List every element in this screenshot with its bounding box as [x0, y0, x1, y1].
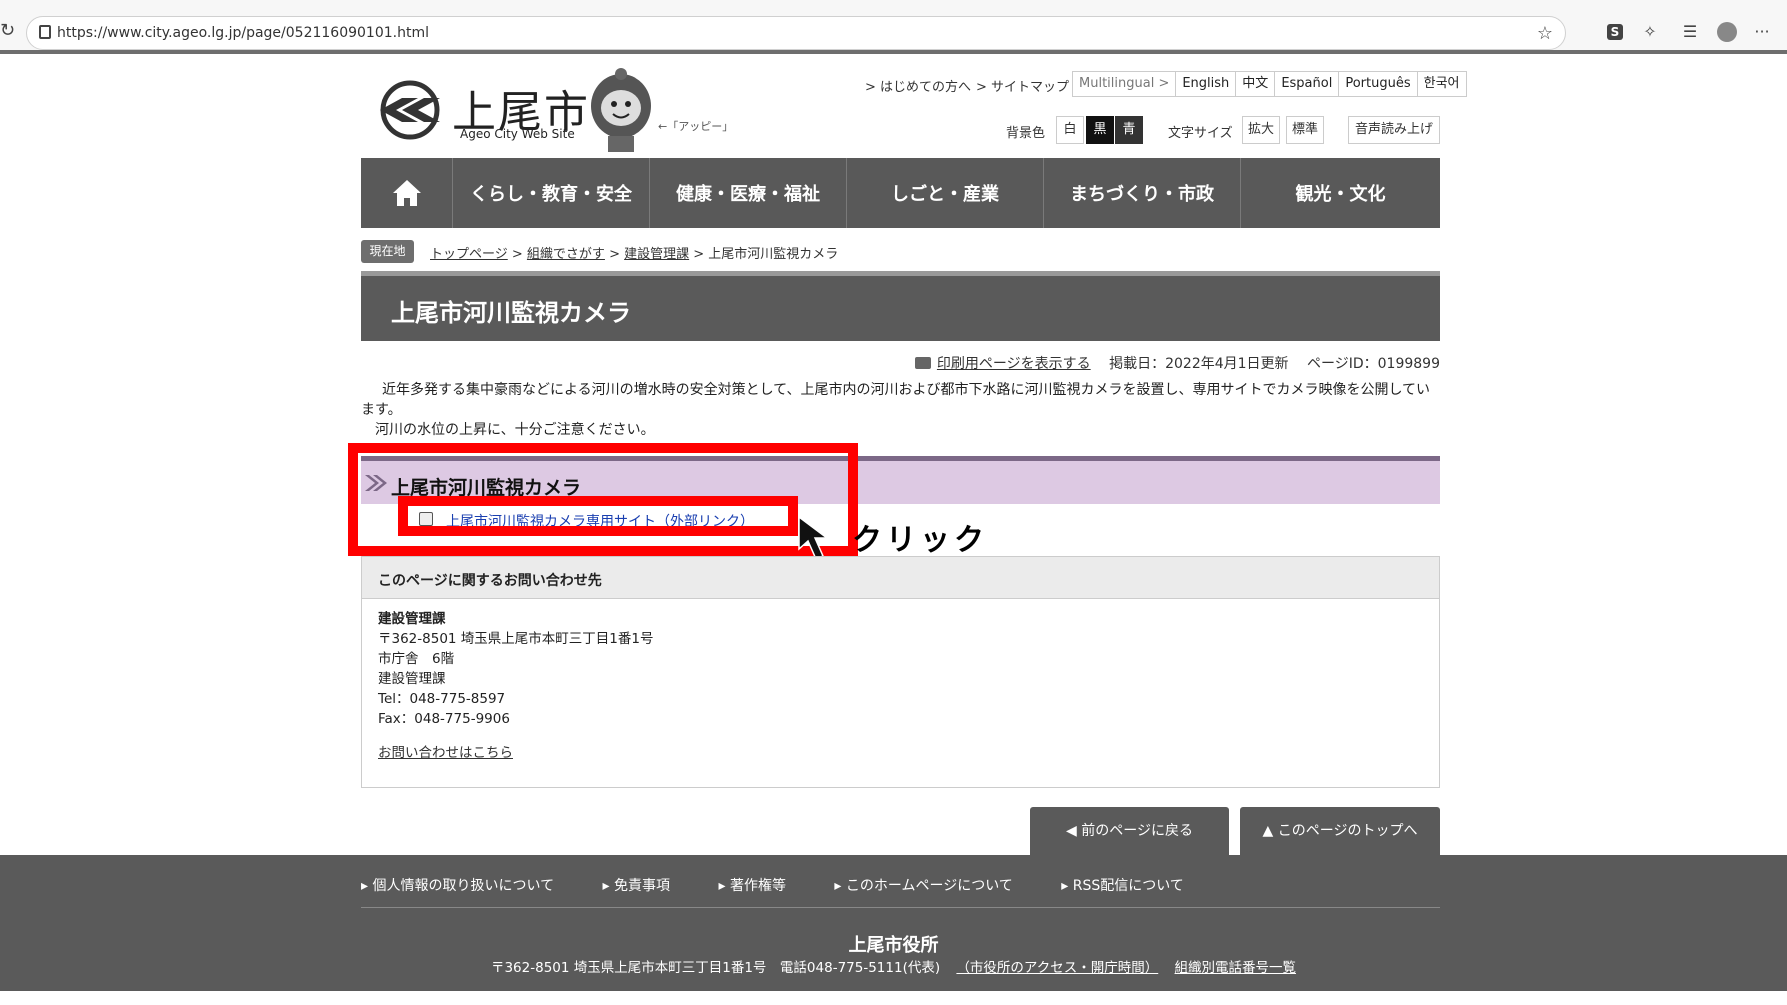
more-icon[interactable]: ··· — [1752, 22, 1772, 42]
nav-town[interactable]: まちづくり・市政 — [1044, 158, 1241, 228]
bg-black-button[interactable]: 黒 — [1086, 116, 1114, 144]
up-arrow-icon: ▲ — [1262, 823, 1278, 839]
footer-city-office: 上尾市役所 — [848, 935, 939, 956]
main-nav: くらし・教育・安全 健康・医療・福祉 しごと・産業 まちづくり・市政 観光・文化 — [361, 158, 1440, 228]
footer-link-label: 免責事項 — [614, 878, 671, 894]
intro-text: 近年多発する集中豪雨などによる河川の増水時の安全対策として、上尾市内の河川および… — [361, 380, 1440, 440]
back-button[interactable]: ◀ 前のページに戻る — [1030, 807, 1229, 855]
page-bottom — [0, 991, 1787, 1005]
footer-links: ▸ 個人情報の取り扱いについて ▸ 免責事項 ▸ 著作権等 ▸ このホームページ… — [361, 875, 1228, 895]
footer-phone-list-link[interactable]: 組織別電話番号一覧 — [1175, 960, 1297, 976]
nav-home[interactable] — [361, 158, 453, 228]
city-emblem-icon — [380, 80, 440, 140]
extension-s-icon[interactable]: S — [1607, 24, 1623, 40]
breadcrumb-sep: > — [507, 247, 527, 262]
title-band: 上尾市河川監視カメラ — [361, 271, 1440, 341]
footer-link-about[interactable]: ▸ このホームページについて — [834, 878, 1034, 894]
footer: ▸ 個人情報の取り扱いについて ▸ 免責事項 ▸ 著作権等 ▸ このホームページ… — [0, 855, 1787, 991]
mascot-appy-icon — [591, 68, 651, 152]
nav-health[interactable]: 健康・医療・福祉 — [650, 158, 847, 228]
nav-tourism[interactable]: 観光・文化 — [1241, 158, 1440, 228]
contact-dept-2: 建設管理課 — [378, 671, 446, 687]
footer-link-label: RSS配信について — [1072, 878, 1184, 894]
lang-english[interactable]: English — [1176, 72, 1237, 96]
breadcrumb-top[interactable]: トップページ — [430, 247, 508, 262]
profile-avatar-icon[interactable] — [1717, 22, 1737, 42]
browser-toolbar: ↻ https://www.city.ageo.lg.jp/page/05211… — [0, 0, 1787, 54]
contact-heading: このページに関するお問い合わせ先 — [362, 557, 1439, 599]
language-bar: Multilingual > English 中文 Español Portug… — [1072, 71, 1467, 97]
annotation-inner-box — [398, 496, 798, 536]
sitemap-link[interactable]: > サイトマップ — [976, 76, 1069, 95]
contact-box: このページに関するお問い合わせ先 建設管理課 〒362-8501 埼玉県上尾市本… — [361, 556, 1440, 788]
footer-link-disclaimer[interactable]: ▸ 免責事項 — [603, 878, 692, 894]
bg-color-label: 背景色 — [1006, 126, 1046, 141]
site-logo[interactable]: 上尾市 Ageo City Web Site ←「アッピー」 — [374, 66, 754, 161]
footer-link-label: このホームページについて — [845, 878, 1013, 894]
nav-living[interactable]: くらし・教育・安全 — [453, 158, 650, 228]
intro-paragraph: 近年多発する集中豪雨などによる河川の増水時の安全対策として、上尾市内の河川および… — [361, 382, 1431, 418]
page-top-label: このページのトップへ — [1277, 823, 1418, 839]
logo-subtitle: Ageo City Web Site — [460, 127, 575, 141]
contact-floor: 市庁舎 6階 — [378, 651, 455, 667]
lang-spanish[interactable]: Español — [1275, 72, 1340, 96]
bg-blue-button[interactable]: 青 — [1115, 116, 1143, 144]
lang-korean[interactable]: 한국어 — [1418, 72, 1466, 96]
breadcrumb-dept[interactable]: 建設管理課 — [624, 247, 689, 262]
mouse-cursor-icon — [798, 515, 830, 560]
speech-button[interactable]: 音声読み上げ — [1348, 116, 1440, 144]
bg-white-button[interactable]: 白 — [1056, 116, 1084, 144]
footer-address: 〒362-8501 埼玉県上尾市本町三丁目1番1号 電話048-775-5111… — [490, 960, 941, 976]
contact-fax: Fax：048-775-9906 — [378, 711, 510, 727]
footer-divider — [361, 907, 1440, 908]
lock-icon — [39, 25, 51, 39]
footer-link-label: 著作権等 — [729, 878, 786, 894]
footer-link-copyright[interactable]: ▸ 著作権等 — [718, 878, 807, 894]
back-label: 前のページに戻る — [1081, 823, 1193, 839]
puzzle-icon[interactable]: ✧ — [1640, 22, 1660, 42]
font-normal-button[interactable]: 標準 — [1286, 116, 1324, 144]
footer-link-label: 個人情報の取り扱いについて — [372, 878, 555, 894]
contact-tel: Tel：048-775-8597 — [378, 691, 506, 707]
print-page-link[interactable]: 印刷用ページを表示する — [937, 356, 1091, 372]
contact-dept: 建設管理課 — [378, 611, 446, 627]
breadcrumb-current: 上尾市河川監視カメラ — [708, 247, 839, 262]
contact-body: 建設管理課 〒362-8501 埼玉県上尾市本町三丁目1番1号 市庁舎 6階 建… — [362, 599, 1439, 773]
lang-portuguese[interactable]: Português — [1339, 72, 1418, 96]
click-annotation: クリック — [852, 523, 988, 558]
address-bar[interactable]: https://www.city.ageo.lg.jp/page/0521160… — [26, 16, 1566, 50]
nav-work[interactable]: しごと・産業 — [847, 158, 1044, 228]
footer-address-row: 〒362-8501 埼玉県上尾市本町三丁目1番1号 電話048-775-5111… — [0, 956, 1787, 976]
footer-access-link[interactable]: （市役所のアクセス・開庁時間） — [956, 960, 1158, 976]
breadcrumb-sep: > — [689, 247, 709, 262]
lang-multilingual[interactable]: Multilingual > — [1073, 72, 1177, 96]
contact-address: 〒362-8501 埼玉県上尾市本町三丁目1番1号 — [378, 631, 654, 647]
page-id: ページID：0199899 — [1307, 356, 1440, 372]
published-date: 掲載日：2022年4月1日更新 — [1109, 356, 1289, 372]
page-meta: 印刷用ページを表示する 掲載日：2022年4月1日更新 ページID：019989… — [914, 353, 1440, 373]
printer-icon — [914, 357, 931, 369]
breadcrumb-org[interactable]: 組織でさがす — [527, 247, 605, 262]
back-arrow-icon: ◀ — [1066, 823, 1082, 839]
first-time-link[interactable]: > はじめての方へ — [865, 76, 971, 95]
page-top-button[interactable]: ▲ このページのトップへ — [1240, 807, 1440, 855]
breadcrumb-badge: 現在地 — [361, 240, 414, 263]
lang-chinese[interactable]: 中文 — [1236, 72, 1276, 96]
favorites-icon[interactable]: ☰ — [1680, 22, 1700, 42]
star-icon[interactable]: ☆ — [1537, 23, 1553, 44]
mascot-label: ←「アッピー」 — [658, 120, 734, 133]
breadcrumb: トップページ > 組織でさがす > 建設管理課 > 上尾市河川監視カメラ — [430, 243, 838, 262]
url-text[interactable]: https://www.city.ageo.lg.jp/page/0521160… — [57, 25, 429, 41]
footer-link-rss[interactable]: ▸ RSS配信について — [1061, 878, 1206, 894]
footer-link-privacy[interactable]: ▸ 個人情報の取り扱いについて — [361, 878, 576, 894]
font-large-button[interactable]: 拡大 — [1242, 116, 1280, 144]
page-title: 上尾市河川監視カメラ — [391, 299, 631, 327]
inquiry-link[interactable]: お問い合わせはこちら — [378, 743, 513, 763]
notice-paragraph: 河川の水位の上昇に、十分ご注意ください。 — [375, 422, 655, 438]
font-size-label: 文字サイズ — [1168, 126, 1233, 141]
reload-icon[interactable]: ↻ — [0, 20, 15, 41]
breadcrumb-sep: > — [604, 247, 625, 262]
home-icon — [392, 180, 421, 206]
